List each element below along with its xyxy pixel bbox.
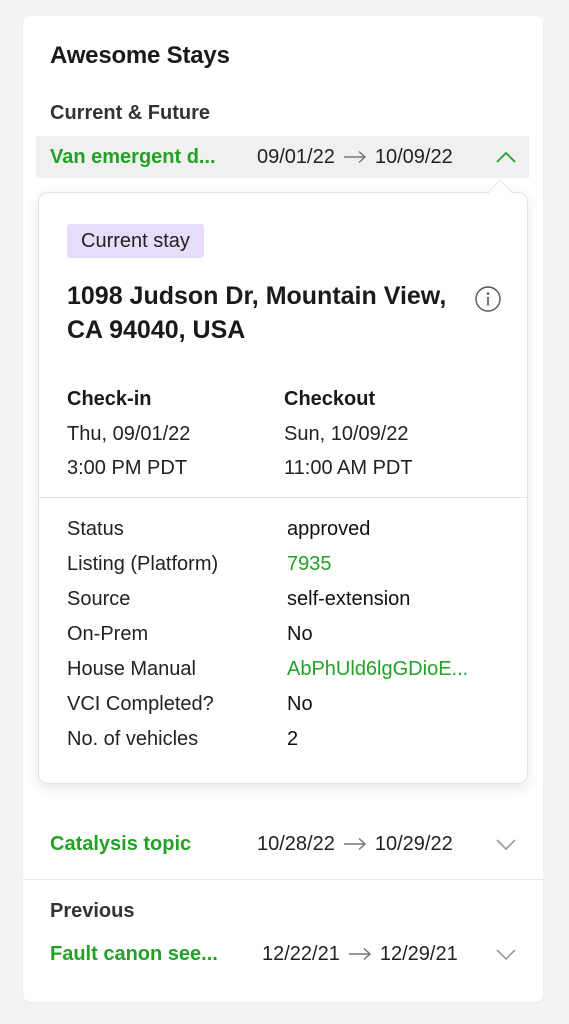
field-label-status: Status [67, 518, 124, 540]
arrow-right-icon [343, 837, 367, 851]
stay-checkout-date: 12/29/21 [379, 942, 458, 965]
stay-checkout-date: 10/29/22 [374, 832, 453, 855]
section-previous: Previous [50, 900, 135, 922]
stay-name-link[interactable]: Catalysis topic [50, 833, 191, 856]
section-divider [23, 879, 543, 880]
chevron-down-icon[interactable] [495, 943, 517, 965]
stay-details-popover: Current stay 1098 Judson Dr, Mountain Vi… [38, 192, 528, 784]
field-value-vci: No [287, 693, 313, 715]
stay-date-range: 12/22/21 12/29/21 [262, 943, 458, 966]
stay-date-range: 09/01/22 10/09/22 [257, 146, 453, 169]
stay-row-previous[interactable]: Fault canon see... 12/22/21 12/29/21 [36, 933, 529, 975]
stay-row[interactable]: Catalysis topic 10/28/22 10/29/22 [36, 823, 529, 865]
field-value-vehicles: 2 [287, 728, 299, 750]
stay-date-range: 10/28/22 10/29/22 [257, 833, 453, 856]
stay-name-link[interactable]: Fault canon see... [50, 943, 218, 966]
field-label-vci: VCI Completed? [67, 693, 214, 715]
chevron-up-icon[interactable] [495, 146, 517, 168]
info-icon[interactable] [475, 286, 501, 312]
field-value-on-prem: No [287, 623, 313, 645]
stay-checkout-date: 10/09/22 [374, 145, 453, 168]
stay-checkin-date: 09/01/22 [257, 145, 335, 168]
field-label-listing: Listing (Platform) [67, 553, 219, 575]
panel-title: Awesome Stays [50, 42, 230, 69]
checkout-time: 11:00 AM PDT [284, 457, 413, 479]
checkin-heading: Check-in [67, 388, 152, 410]
stay-checkin-date: 12/22/21 [262, 942, 340, 965]
arrow-right-icon [348, 947, 372, 961]
field-label-source: Source [67, 588, 131, 610]
house-manual-link[interactable]: AbPhUld6lgGDioE... [287, 658, 468, 681]
stay-row-active[interactable]: Van emergent d... 09/01/22 10/09/22 [36, 136, 529, 178]
stay-address: 1098 Judson Dr, Mountain View, CA 94040,… [67, 282, 447, 344]
chevron-down-icon[interactable] [495, 833, 517, 855]
field-label-house-manual: House Manual [67, 658, 196, 680]
field-value-status: approved [287, 518, 371, 540]
section-current-future: Current & Future [50, 102, 210, 124]
checkout-heading: Checkout [284, 388, 376, 410]
listing-link[interactable]: 7935 [287, 553, 332, 576]
field-value-source: self-extension [287, 588, 411, 610]
status-badge: Current stay [67, 224, 204, 258]
field-label-vehicles: No. of vehicles [67, 728, 199, 750]
checkout-date: Sun, 10/09/22 [284, 423, 409, 445]
arrow-right-icon [343, 150, 367, 164]
stay-name-link[interactable]: Van emergent d... [50, 146, 216, 169]
checkin-date: Thu, 09/01/22 [67, 423, 191, 445]
stay-checkin-date: 10/28/22 [257, 832, 335, 855]
checkin-time: 3:00 PM PDT [67, 457, 188, 479]
field-label-on-prem: On-Prem [67, 623, 149, 645]
divider [39, 497, 527, 498]
